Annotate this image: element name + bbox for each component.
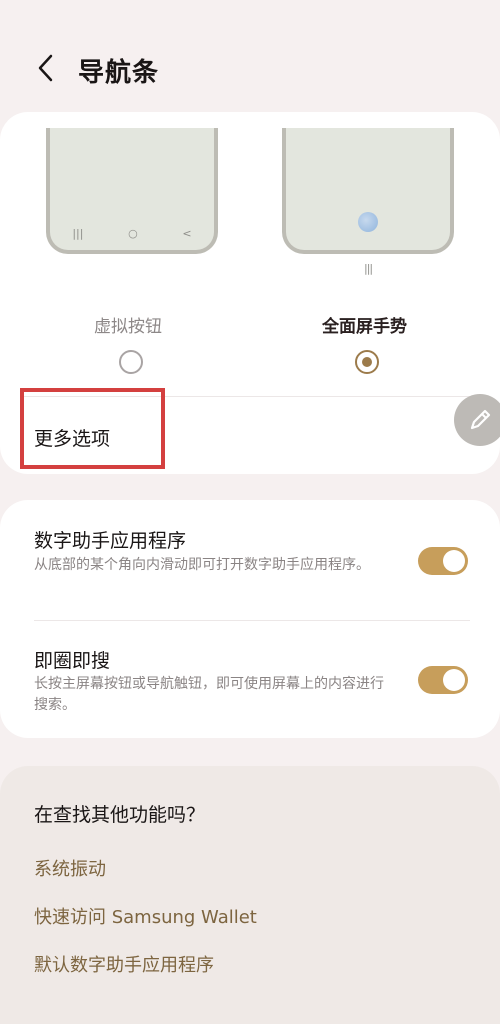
radio-gestures[interactable] [355, 350, 379, 374]
setting-desc-circle-to-search: 长按主屏幕按钮或导航触钮，即可使用屏幕上的内容进行搜索。 [34, 676, 384, 713]
setting-title-digital-assistant: 数字助手应用程序 [34, 530, 187, 552]
home-icon: ○ [128, 227, 138, 240]
gesture-preview[interactable] [282, 128, 454, 254]
header: 导航条 [0, 0, 500, 110]
gesture-dot-icon [358, 212, 378, 232]
recents-icon: ||| [72, 227, 84, 240]
virtual-buttons-preview[interactable]: ||| ○ < [46, 128, 218, 254]
back-arrow-icon [38, 54, 53, 82]
setting-title-circle-to-search: 即圈即搜 [34, 650, 111, 672]
toggle-circle-to-search[interactable] [418, 666, 468, 694]
option-label-virtual-buttons: 虚拟按钮 [94, 317, 162, 337]
divider [34, 620, 470, 621]
virtual-buttons-bar: ||| ○ < [50, 227, 214, 240]
toggle-digital-assistant[interactable] [418, 547, 468, 575]
link-default-assistant[interactable]: 默认数字助手应用程序 [34, 951, 214, 977]
back-icon: < [182, 227, 192, 240]
radio-virtual-buttons[interactable] [119, 350, 143, 374]
pencil-icon [470, 409, 491, 430]
highlight-box [20, 388, 165, 469]
link-system-vibration[interactable]: 系统振动 [34, 855, 106, 881]
gesture-hint-icon: ||| [364, 262, 373, 275]
back-button[interactable] [28, 48, 64, 88]
link-samsung-wallet[interactable]: 快速访问 Samsung Wallet [34, 903, 257, 929]
option-label-gestures: 全面屏手势 [322, 317, 407, 337]
edit-button[interactable] [454, 394, 500, 446]
setting-desc-digital-assistant: 从底部的某个角向内滑动即可打开数字助手应用程序。 [34, 557, 370, 573]
page-title: 导航条 [78, 58, 160, 88]
find-more-title: 在查找其他功能吗？ [34, 804, 206, 826]
